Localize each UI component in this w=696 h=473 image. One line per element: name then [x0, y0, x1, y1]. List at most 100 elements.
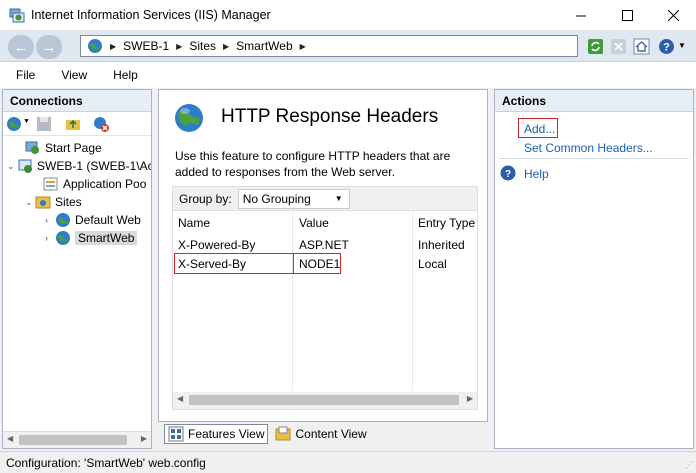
scroll-left-icon[interactable]: ◀ — [177, 394, 183, 403]
tree-label: SmartWeb — [75, 231, 138, 245]
page-title: HTTP Response Headers — [221, 106, 439, 127]
cell-entry-type: Inherited — [418, 238, 465, 252]
disconnect-icon[interactable] — [93, 116, 109, 132]
feature-pane: HTTP Response Headers Use this feature t… — [158, 89, 488, 422]
svg-text:?: ? — [663, 42, 670, 54]
tree-label: SWEB-1 (SWEB-1\Ac — [37, 159, 152, 173]
home-icon[interactable] — [633, 38, 650, 55]
column-header-name[interactable]: Name — [178, 216, 210, 230]
connect-globe-icon[interactable] — [6, 116, 22, 132]
help-link[interactable]: Help — [524, 167, 549, 181]
scrollbar-thumb[interactable] — [19, 435, 127, 445]
scroll-left-icon[interactable]: ◀ — [7, 434, 13, 443]
feature-description: Use this feature to configure HTTP heade… — [175, 149, 451, 179]
column-header-entry-type[interactable]: Entry Type — [418, 216, 475, 230]
breadcrumb-smartweb[interactable]: SmartWeb — [236, 39, 292, 53]
help-icon[interactable]: ? — [658, 38, 675, 55]
chevron-right-icon: ▶ — [110, 41, 117, 51]
breadcrumb-sites[interactable]: Sites — [189, 39, 216, 53]
tree-label: Sites — [55, 195, 82, 209]
scrollbar-thumb[interactable] — [189, 395, 459, 405]
cell-value: NODE1 — [299, 257, 341, 271]
maximize-icon — [621, 10, 633, 21]
cell-name: X-Served-By — [178, 257, 247, 271]
features-view-icon — [168, 426, 184, 442]
menu-bar: File View Help — [0, 62, 696, 88]
close-icon — [667, 10, 679, 21]
resize-grip-icon[interactable]: ⋰ — [685, 460, 694, 471]
scroll-right-icon[interactable]: ▶ — [467, 394, 473, 403]
tree-item-start-page[interactable]: Start Page — [15, 139, 102, 157]
close-button[interactable] — [650, 0, 696, 31]
forward-button[interactable]: → — [36, 35, 62, 59]
back-arrow-icon: ← — [13, 38, 29, 56]
help-dropdown-icon[interactable]: ▼ — [678, 41, 686, 50]
globe-large-icon — [175, 104, 203, 132]
content-view-tab[interactable]: Content View — [272, 424, 369, 444]
tree-item-default-site[interactable]: › Default Web — [45, 211, 141, 229]
tree-item-server[interactable]: ⌄ SWEB-1 (SWEB-1\Ac — [7, 157, 152, 175]
column-header-value[interactable]: Value — [299, 216, 329, 230]
view-tabs: Features View Content View — [164, 423, 370, 445]
features-view-label: Features View — [188, 427, 265, 441]
title-bar: Internet Information Services (IIS) Mana… — [0, 0, 696, 31]
back-button[interactable]: ← — [8, 35, 34, 59]
chevron-down-icon[interactable]: ▼ — [23, 118, 30, 125]
chevron-down-icon[interactable]: ⌄ — [7, 161, 17, 172]
save-icon[interactable] — [36, 116, 52, 132]
tree-label: Default Web — [75, 213, 141, 227]
up-folder-icon[interactable] — [65, 116, 81, 132]
tree-item-app-pools[interactable]: Application Poo — [33, 175, 146, 193]
app-pool-icon — [43, 177, 58, 191]
status-text: Configuration: 'SmartWeb' web.config — [6, 456, 206, 470]
globe-icon — [56, 213, 70, 227]
scroll-right-icon[interactable]: ▶ — [141, 434, 147, 443]
list-scrollbar[interactable]: ◀ ▶ — [173, 392, 477, 409]
divider — [499, 158, 689, 159]
window-title: Internet Information Services (IIS) Mana… — [31, 8, 271, 22]
actions-pane: Actions Add... Set Common Headers... ? H… — [494, 89, 694, 449]
stop-icon[interactable] — [610, 38, 627, 55]
group-by-bar: Group by: No Grouping ▼ — [172, 186, 478, 210]
content-view-icon — [275, 426, 291, 441]
start-page-icon — [25, 141, 39, 154]
maximize-button[interactable] — [604, 0, 650, 31]
refresh-icon[interactable] — [587, 38, 604, 55]
minimize-button[interactable] — [558, 0, 604, 31]
address-toolbar: ← → ▶ SWEB-1 ▶ Sites ▶ SmartWeb ▶ ? ▼ — [0, 31, 696, 62]
menu-view[interactable]: View — [61, 68, 87, 82]
group-by-label: Group by: — [179, 191, 232, 206]
chevron-right-icon: ▶ — [223, 41, 230, 51]
tree-item-sites[interactable]: ⌄ Sites — [25, 193, 82, 211]
menu-help[interactable]: Help — [113, 68, 138, 82]
globe-icon — [56, 231, 70, 245]
chevron-right-icon: ▶ — [299, 41, 306, 51]
headers-list: ^ Name Value Entry Type X-Powered-By ASP… — [172, 210, 478, 410]
chevron-right-icon[interactable]: › — [45, 233, 55, 243]
chevron-down-icon[interactable]: ⌄ — [25, 197, 35, 208]
connections-pane: Connections ▼ Start Page ⌄ SWEB-1 (SWEB-… — [2, 89, 152, 449]
breadcrumb-server[interactable]: SWEB-1 — [123, 39, 169, 53]
menu-file[interactable]: File — [16, 68, 35, 82]
address-field[interactable]: ▶ SWEB-1 ▶ Sites ▶ SmartWeb ▶ — [80, 35, 578, 57]
features-view-tab[interactable]: Features View — [164, 424, 269, 444]
connections-toolbar: ▼ — [3, 112, 151, 136]
help-icon: ? — [500, 165, 516, 181]
chevron-right-icon: ▶ — [176, 41, 183, 51]
globe-icon — [88, 39, 102, 53]
connections-title: Connections — [3, 90, 151, 112]
connections-scrollbar[interactable]: ◀ ▶ — [3, 431, 151, 448]
sort-ascending-icon: ^ — [227, 210, 232, 215]
group-by-select[interactable]: No Grouping ▼ — [237, 188, 350, 209]
add-header-link[interactable]: Add... — [524, 122, 555, 136]
tree-item-smartweb[interactable]: › SmartWeb — [45, 229, 138, 247]
set-common-headers-link[interactable]: Set Common Headers... — [524, 141, 653, 155]
content-view-label: Content View — [295, 427, 367, 441]
tree-label: Start Page — [45, 141, 102, 155]
cell-entry-type: Local — [418, 257, 447, 271]
chevron-right-icon[interactable]: › — [45, 215, 55, 225]
tree-label: Application Poo — [63, 177, 147, 191]
chevron-down-icon: ▼ — [334, 193, 343, 203]
sites-folder-icon — [35, 196, 51, 209]
forward-arrow-icon: → — [41, 38, 57, 56]
